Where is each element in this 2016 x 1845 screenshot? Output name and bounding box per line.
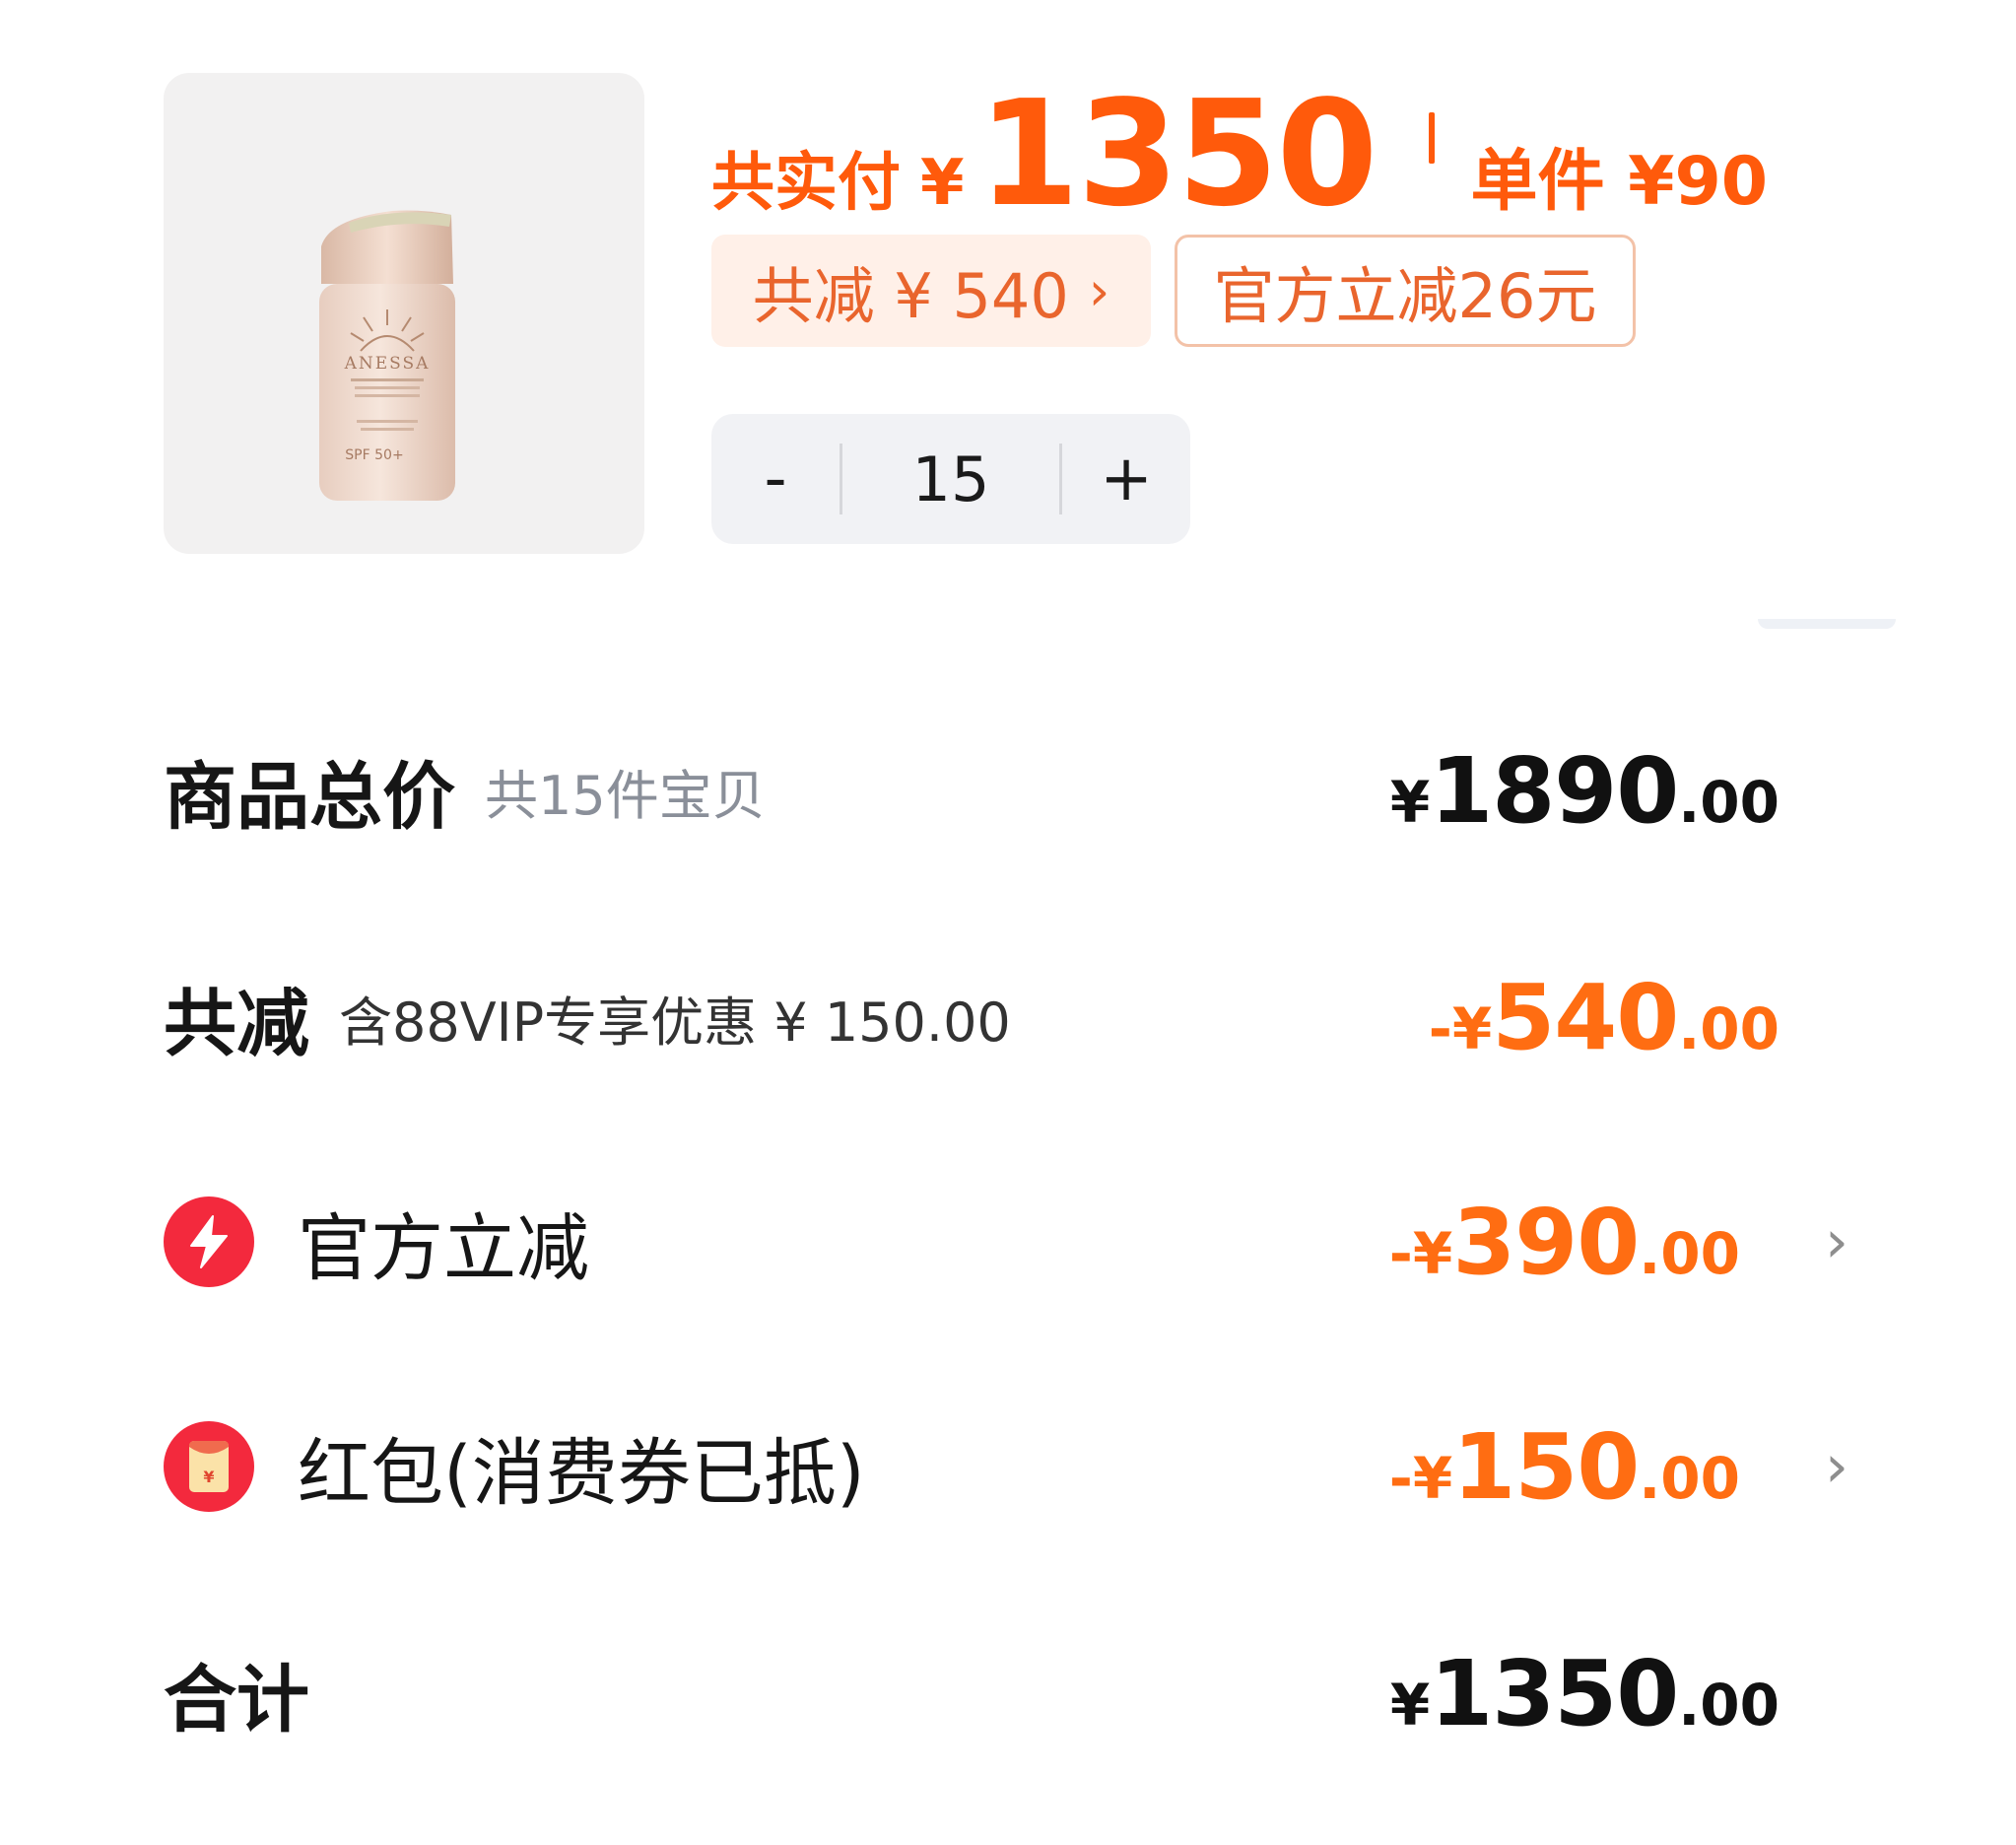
amount-decimal: .00 xyxy=(1678,768,1780,836)
total-discount-label: 共减 xyxy=(164,981,309,1066)
total-discount-text: 共减 ¥ 540 xyxy=(752,260,1069,332)
amount-integer: 390 xyxy=(1452,1189,1640,1295)
pay-prefix: 共实付 xyxy=(711,147,901,220)
amount-decimal: .00 xyxy=(1678,1671,1780,1739)
official-discount-tag: 官方立减26元 xyxy=(1175,235,1636,347)
official-discount-row[interactable]: 官方立减 -¥ 390 .00 › xyxy=(164,1183,1848,1301)
amount-integer: 540 xyxy=(1492,964,1679,1070)
price-separator xyxy=(1429,112,1436,164)
currency-symbol: ¥ xyxy=(1389,1671,1431,1739)
currency-symbol: -¥ xyxy=(1388,1219,1453,1287)
quantity-stepper: - 15 + xyxy=(711,414,1190,544)
total-discount-row: 共减 含88VIP专享优惠 ¥ 150.00 -¥ 540 .00 xyxy=(164,958,1848,1076)
red-packet-row[interactable]: ¥ 红包(消费券已抵) -¥ 150 .00 › xyxy=(164,1407,1848,1526)
lightning-icon xyxy=(164,1196,254,1287)
vip-discount-note: 含88VIP专享优惠 ¥ 150.00 xyxy=(339,991,1011,1054)
scroll-indicator xyxy=(1758,619,1896,629)
red-packet-label: 红包(消费券已抵) xyxy=(298,1430,865,1516)
currency-symbol: -¥ xyxy=(1428,994,1493,1062)
red-packet-icon: ¥ xyxy=(164,1421,254,1512)
pay-yen: ¥ xyxy=(920,147,965,220)
grand-total-row: 合计 ¥ 1350 .00 xyxy=(164,1634,1848,1752)
currency-symbol: -¥ xyxy=(1388,1444,1453,1512)
goods-total-value: ¥ 1890 .00 xyxy=(1390,738,1780,844)
official-discount-label: 官方立减 xyxy=(298,1205,589,1291)
currency-symbol: ¥ xyxy=(1389,768,1431,836)
sunscreen-bottle-illustration: ANESSA SPF 50+ xyxy=(319,210,455,501)
product-image[interactable]: ANESSA SPF 50+ xyxy=(164,73,644,554)
amount-decimal: .00 xyxy=(1639,1219,1740,1287)
goods-count: 共15件宝贝 xyxy=(485,764,766,827)
decrement-button[interactable]: - xyxy=(711,443,840,515)
official-discount-value: -¥ 390 .00 xyxy=(1389,1190,1740,1295)
goods-total-label: 商品总价 xyxy=(164,754,455,840)
pay-amount: 1350 xyxy=(977,69,1378,239)
discount-tags: 共减 ¥ 540 › 官方立减26元 xyxy=(711,235,1636,347)
price-header: 共实付 ¥ 1350 单件 ¥90 xyxy=(711,69,1768,239)
grand-total-value: ¥ 1350 .00 xyxy=(1390,1641,1780,1746)
amount-integer: 1350 xyxy=(1430,1640,1679,1746)
amount-integer: 1890 xyxy=(1430,737,1679,844)
chevron-right-icon: › xyxy=(1088,259,1110,322)
total-discount-tag[interactable]: 共减 ¥ 540 › xyxy=(711,235,1151,347)
grand-total-label: 合计 xyxy=(164,1657,309,1742)
red-packet-value: -¥ 150 .00 xyxy=(1389,1414,1740,1520)
order-summary-page: ANESSA SPF 50+ 共实付 ¥ 1350 单件 ¥90 共减 ¥ 54… xyxy=(0,0,2016,1845)
chevron-right-icon: › xyxy=(1825,1207,1848,1276)
amount-decimal: .00 xyxy=(1678,994,1780,1062)
quantity-input[interactable]: 15 xyxy=(842,444,1059,515)
total-discount-value: -¥ 540 .00 xyxy=(1429,965,1780,1070)
official-discount-text: 官方立减26元 xyxy=(1213,260,1597,332)
bottle-spf: SPF 50+ xyxy=(345,447,403,463)
svg-text:¥: ¥ xyxy=(203,1468,214,1486)
chevron-right-icon: › xyxy=(1825,1432,1848,1501)
unit-price: 单件 ¥90 xyxy=(1470,143,1769,221)
bottle-brand: ANESSA xyxy=(344,354,431,374)
amount-decimal: .00 xyxy=(1639,1444,1740,1512)
increment-button[interactable]: + xyxy=(1062,443,1190,515)
amount-integer: 150 xyxy=(1452,1413,1640,1520)
goods-total-row: 商品总价 共15件宝贝 ¥ 1890 .00 xyxy=(164,731,1848,850)
